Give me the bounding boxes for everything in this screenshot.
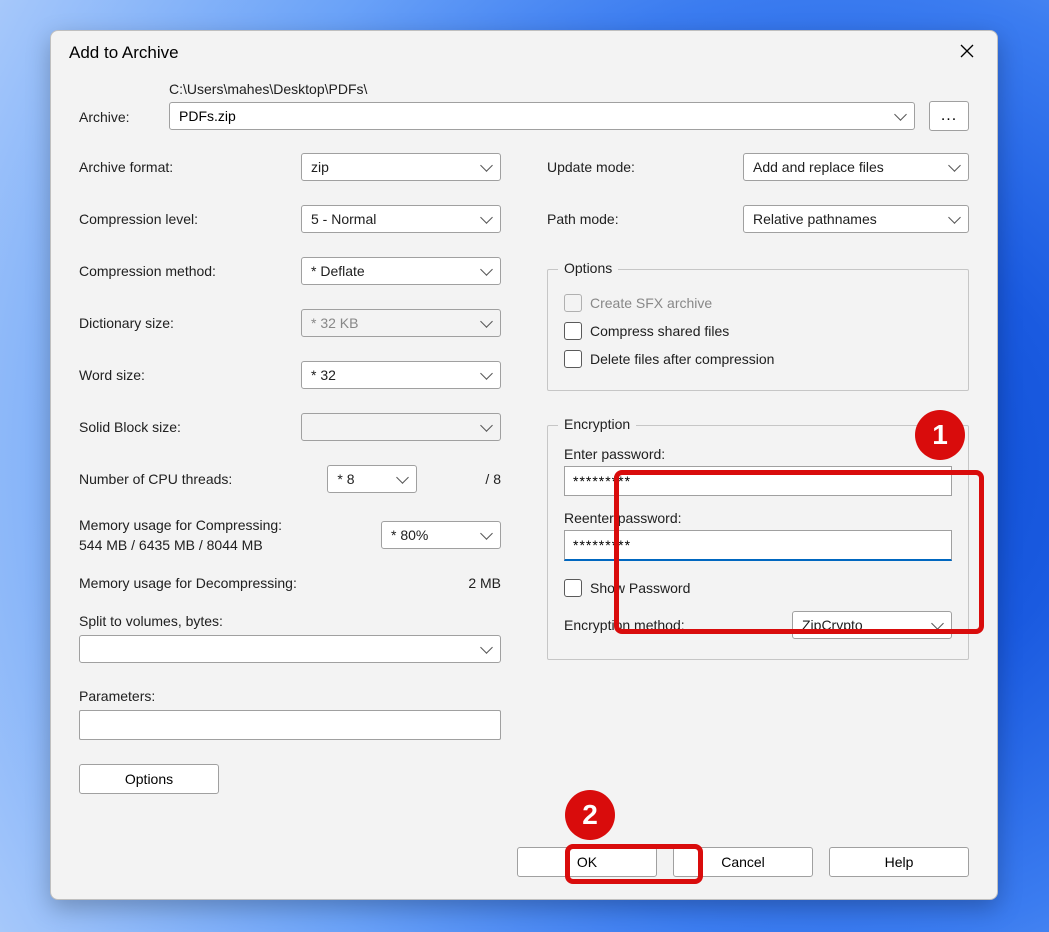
mem-compress-select[interactable]: * 80% xyxy=(381,521,501,549)
update-mode-label: Update mode: xyxy=(547,159,743,175)
close-icon xyxy=(959,43,975,59)
reenter-password-input[interactable] xyxy=(564,530,952,561)
titlebar: Add to Archive xyxy=(51,31,997,73)
add-to-archive-dialog: Add to Archive Archive: C:\Users\mahes\D… xyxy=(50,30,998,900)
close-button[interactable] xyxy=(953,41,981,65)
parameters-label: Parameters: xyxy=(79,688,501,704)
encryption-method-select[interactable]: ZipCrypto xyxy=(792,611,952,639)
mem-decompress-value: 2 MB xyxy=(468,575,501,591)
ok-button[interactable]: OK xyxy=(517,847,657,877)
archive-label: Archive: xyxy=(79,109,169,131)
path-mode-select[interactable]: Relative pathnames xyxy=(743,205,969,233)
compress-shared-label: Compress shared files xyxy=(590,323,729,339)
solid-block-select xyxy=(301,413,501,441)
path-mode-label: Path mode: xyxy=(547,211,743,227)
dialog-title: Add to Archive xyxy=(69,43,179,63)
browse-button[interactable]: ... xyxy=(929,101,969,131)
compression-method-select[interactable]: * Deflate xyxy=(301,257,501,285)
options-group-title: Options xyxy=(558,260,618,276)
split-input[interactable] xyxy=(79,635,501,663)
mem-compress-label: Memory usage for Compressing: xyxy=(79,517,381,533)
archive-format-label: Archive format: xyxy=(79,159,301,175)
help-button[interactable]: Help xyxy=(829,847,969,877)
update-mode-select[interactable]: Add and replace files xyxy=(743,153,969,181)
compression-level-label: Compression level: xyxy=(79,211,301,227)
sfx-checkbox xyxy=(564,294,582,312)
cpu-threads-total: / 8 xyxy=(485,471,501,487)
compression-level-select[interactable]: 5 - Normal xyxy=(301,205,501,233)
mem-decompress-label: Memory usage for Decompressing: xyxy=(79,575,297,591)
password-input[interactable] xyxy=(564,466,952,496)
left-column: Archive format: zip Compression level: 5… xyxy=(79,153,501,794)
archive-filename-input[interactable] xyxy=(169,102,915,130)
encryption-group: Encryption Enter password: Reenter passw… xyxy=(547,425,969,660)
word-size-label: Word size: xyxy=(79,367,301,383)
show-password-checkbox[interactable] xyxy=(564,579,582,597)
delete-after-checkbox[interactable] xyxy=(564,350,582,368)
dictionary-size-select[interactable]: * 32 KB xyxy=(301,309,501,337)
compression-method-label: Compression method: xyxy=(79,263,301,279)
cancel-button[interactable]: Cancel xyxy=(673,847,813,877)
word-size-select[interactable]: * 32 xyxy=(301,361,501,389)
delete-after-label: Delete files after compression xyxy=(590,351,774,367)
compress-shared-checkbox[interactable] xyxy=(564,322,582,340)
solid-block-label: Solid Block size: xyxy=(79,419,301,435)
options-group: Options Create SFX archive Compress shar… xyxy=(547,269,969,391)
dialog-footer: OK Cancel Help xyxy=(51,841,997,899)
enter-password-label: Enter password: xyxy=(564,446,952,462)
split-label: Split to volumes, bytes: xyxy=(79,613,501,629)
reenter-password-label: Reenter password: xyxy=(564,510,952,526)
archive-format-select[interactable]: zip xyxy=(301,153,501,181)
cpu-threads-label: Number of CPU threads: xyxy=(79,471,327,487)
encryption-group-title: Encryption xyxy=(558,416,636,432)
dictionary-size-label: Dictionary size: xyxy=(79,315,301,331)
archive-path: C:\Users\mahes\Desktop\PDFs\ xyxy=(169,81,969,97)
show-password-label: Show Password xyxy=(590,580,690,596)
options-button[interactable]: Options xyxy=(79,764,219,794)
parameters-input[interactable] xyxy=(79,710,501,740)
encryption-method-label: Encryption method: xyxy=(564,617,792,633)
mem-compress-line: 544 MB / 6435 MB / 8044 MB xyxy=(79,537,381,553)
sfx-label: Create SFX archive xyxy=(590,295,712,311)
right-column: Update mode: Add and replace files Path … xyxy=(547,153,969,794)
cpu-threads-select[interactable]: * 8 xyxy=(327,465,417,493)
